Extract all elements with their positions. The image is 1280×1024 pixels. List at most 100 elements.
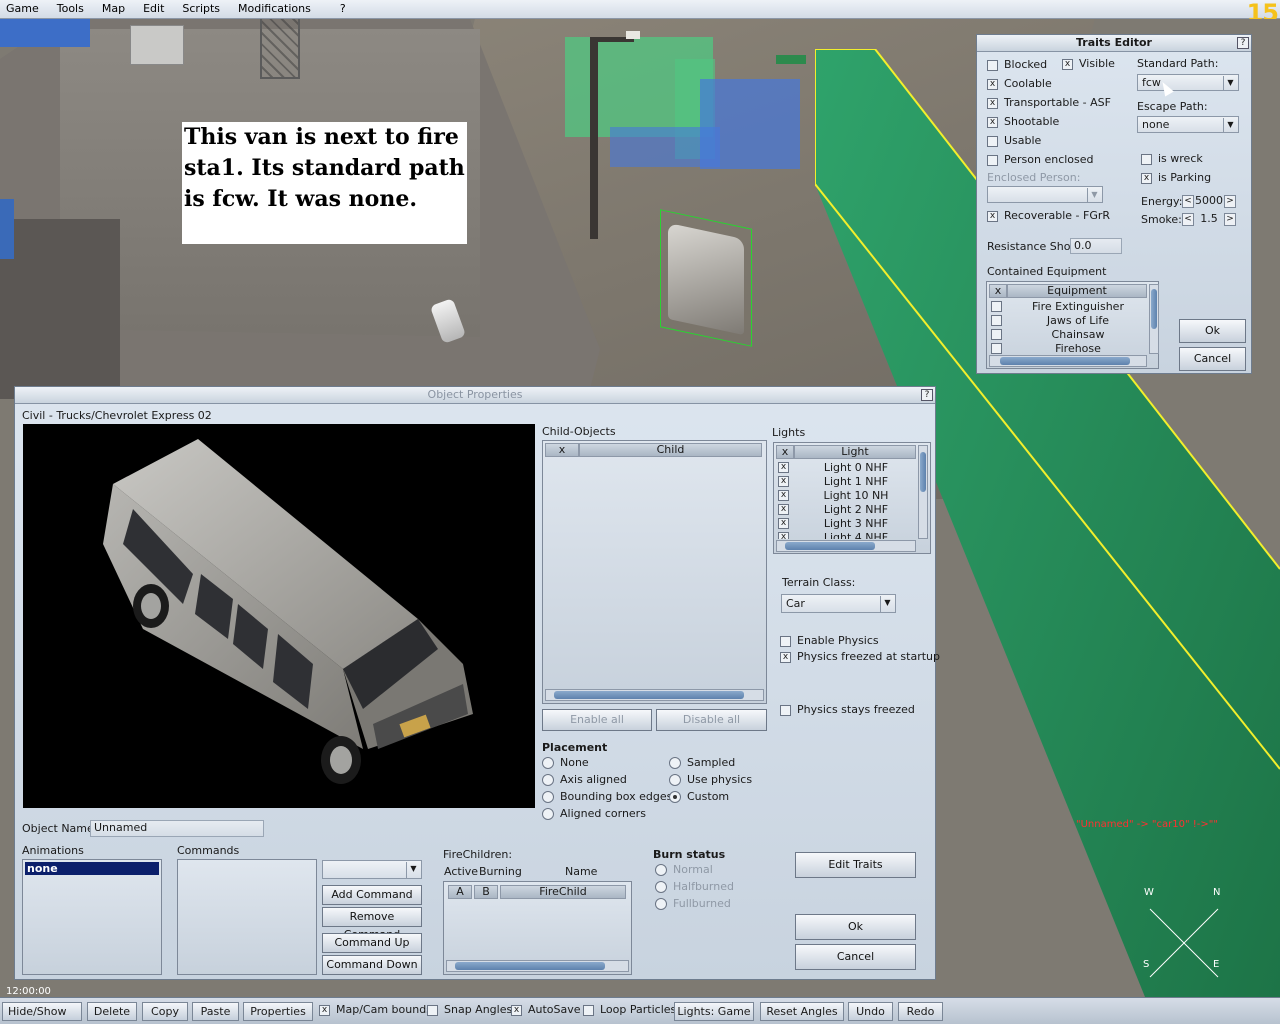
autosave-checkbox[interactable]: x AutoSave — [511, 1003, 581, 1017]
menu-map[interactable]: Map — [93, 0, 134, 19]
placement-sampled-radio[interactable]: Sampled — [669, 756, 735, 769]
increment-icon[interactable]: > — [1224, 212, 1236, 226]
visible-checkbox[interactable]: x Visible — [1062, 57, 1115, 70]
physics-stays-checkbox[interactable]: Physics stays freezed — [780, 703, 915, 716]
add-command-button[interactable]: Add Command — [322, 885, 422, 905]
command-select[interactable]: ▼ — [322, 860, 422, 879]
checkbox-box[interactable] — [991, 329, 1002, 340]
scroll-thumb[interactable] — [785, 542, 875, 550]
child-objects-list[interactable]: x Child — [542, 440, 767, 704]
list-item[interactable]: x Light 0 NHF — [776, 461, 916, 475]
scroll-thumb[interactable] — [554, 691, 744, 699]
list-item[interactable]: Jaws of Life — [989, 314, 1147, 328]
traits-editor-titlebar[interactable]: Traits Editor ? — [977, 35, 1251, 52]
resistance-shot-input[interactable]: 0.0 — [1070, 238, 1122, 254]
placement-bbox-radio[interactable]: Bounding box edges — [542, 790, 672, 803]
checkbox-box[interactable]: x — [778, 532, 789, 539]
checkbox-box[interactable]: x — [778, 476, 789, 487]
list-item[interactable]: x Light 1 NHF — [776, 475, 916, 489]
traits-ok-button[interactable]: Ok — [1179, 319, 1246, 343]
coolable-checkbox[interactable]: x Coolable — [987, 77, 1052, 90]
child-col-header[interactable]: Child — [579, 443, 762, 457]
checkbox-box[interactable]: x — [778, 462, 789, 473]
burn-normal-radio[interactable]: Normal — [655, 863, 713, 876]
equipment-list[interactable]: x Equipment Fire Extinguisher Jaws of Li… — [986, 281, 1159, 369]
equipment-col-x[interactable]: x — [989, 284, 1007, 298]
firechildren-list[interactable]: A B FireChild — [443, 881, 632, 975]
list-item[interactable]: x Light 4 NHF — [776, 531, 916, 539]
standard-path-select[interactable]: fcw ▼ — [1137, 74, 1239, 91]
loop-particles-checkbox[interactable]: Loop Particles — [583, 1003, 676, 1017]
is-wreck-checkbox[interactable]: is wreck — [1141, 152, 1203, 165]
commands-list[interactable] — [177, 859, 317, 975]
scroll-thumb[interactable] — [920, 452, 926, 492]
edit-traits-button[interactable]: Edit Traits — [795, 852, 916, 878]
object-name-input[interactable]: Unnamed — [90, 820, 264, 837]
scroll-thumb[interactable] — [1151, 289, 1157, 329]
menu-modifications[interactable]: Modifications — [229, 0, 320, 19]
menu-game[interactable]: Game — [0, 0, 48, 19]
list-item[interactable]: x Light 3 NHF — [776, 517, 916, 531]
snap-angles-checkbox[interactable]: Snap Angles — [427, 1003, 512, 1017]
placement-custom-radio[interactable]: Custom — [669, 790, 729, 803]
burn-fullburned-radio[interactable]: Fullburned — [655, 897, 731, 910]
equipment-vscroll[interactable] — [1149, 284, 1159, 354]
object-properties-titlebar[interactable]: Object Properties ? — [15, 387, 935, 404]
scroll-thumb[interactable] — [1000, 357, 1130, 365]
menu-scripts[interactable]: Scripts — [173, 0, 229, 19]
recoverable-checkbox[interactable]: x Recoverable - FGrR — [987, 209, 1110, 222]
reset-angles-button[interactable]: Reset Angles — [760, 1002, 844, 1021]
physics-freezed-checkbox[interactable]: x Physics freezed at startup — [780, 650, 940, 663]
menu-tools[interactable]: Tools — [48, 0, 93, 19]
shootable-checkbox[interactable]: x Shootable — [987, 115, 1059, 128]
enable-physics-checkbox[interactable]: Enable Physics — [780, 634, 879, 647]
command-up-button[interactable]: Command Up — [322, 933, 422, 953]
hide-show-button[interactable]: Hide/Show — [2, 1002, 82, 1021]
map-cam-bounds-checkbox[interactable]: x Map/Cam bounds — [319, 1003, 432, 1017]
fc-col-child[interactable]: FireChild — [500, 885, 626, 899]
help-button[interactable]: ? — [1237, 37, 1249, 49]
lights-game-button[interactable]: Lights: Game — [674, 1002, 754, 1021]
child-col-x[interactable]: x — [545, 443, 579, 457]
lights-col-header[interactable]: Light — [794, 445, 916, 459]
lights-list[interactable]: x Light x Light 0 NHF x Light 1 NHF x Light… — [773, 442, 931, 554]
list-item[interactable]: Fire Extinguisher — [989, 300, 1147, 314]
person-enclosed-checkbox[interactable]: Person enclosed — [987, 153, 1094, 166]
placement-physics-radio[interactable]: Use physics — [669, 773, 752, 786]
checkbox-box[interactable]: x — [778, 518, 789, 529]
equipment-col-header[interactable]: Equipment — [1007, 284, 1147, 298]
fc-col-b[interactable]: B — [474, 885, 498, 899]
child-hscroll[interactable] — [545, 689, 764, 701]
escape-path-select[interactable]: none ▼ — [1137, 116, 1239, 133]
placement-axis-radio[interactable]: Axis aligned — [542, 773, 627, 786]
placement-corners-radio[interactable]: Aligned corners — [542, 807, 646, 820]
blocked-checkbox[interactable]: Blocked — [987, 58, 1047, 71]
remove-command-button[interactable]: Remove Command — [322, 907, 422, 941]
model-preview[interactable] — [23, 424, 535, 808]
enclosed-person-select[interactable]: ▼ — [987, 186, 1103, 203]
lights-hscroll[interactable] — [776, 540, 916, 552]
list-item[interactable]: x Light 10 NH — [776, 489, 916, 503]
burn-halfburned-radio[interactable]: Halfburned — [655, 880, 734, 893]
transportable-checkbox[interactable]: x Transportable - ASF — [987, 96, 1111, 109]
fc-col-a[interactable]: A — [448, 885, 472, 899]
checkbox-box[interactable] — [991, 301, 1002, 312]
firechildren-hscroll[interactable] — [446, 960, 629, 972]
enable-all-button[interactable]: Enable all — [542, 709, 652, 731]
copy-button[interactable]: Copy — [142, 1002, 188, 1021]
smoke-spinner[interactable]: <1.5 > — [1182, 212, 1236, 226]
is-parking-checkbox[interactable]: x is Parking — [1141, 171, 1211, 184]
increment-icon[interactable]: > — [1224, 194, 1236, 208]
delete-button[interactable]: Delete — [87, 1002, 137, 1021]
checkbox-box[interactable]: x — [778, 490, 789, 501]
list-item[interactable]: Chainsaw — [989, 328, 1147, 342]
decrement-icon[interactable]: < — [1182, 194, 1194, 208]
undo-button[interactable]: Undo — [848, 1002, 893, 1021]
properties-button[interactable]: Properties — [243, 1002, 313, 1021]
checkbox-box[interactable]: x — [778, 504, 789, 515]
properties-cancel-button[interactable]: Cancel — [795, 944, 916, 970]
menu-help[interactable]: ? — [320, 0, 355, 19]
disable-all-button[interactable]: Disable all — [656, 709, 767, 731]
lights-vscroll[interactable] — [918, 445, 928, 539]
equipment-hscroll[interactable] — [989, 355, 1147, 367]
